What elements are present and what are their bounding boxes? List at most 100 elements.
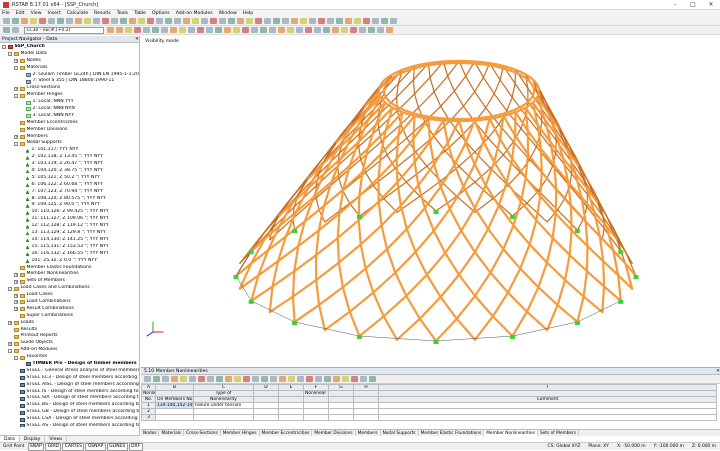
tree-item[interactable]: Results <box>0 327 139 334</box>
tree-item[interactable]: Member Divisions <box>0 127 139 134</box>
table-tool-icon[interactable] <box>252 376 259 382</box>
expand-toggle-icon[interactable]: - <box>8 349 12 353</box>
toolbar-button-icon[interactable] <box>156 18 163 24</box>
tree-item[interactable]: TIMBER Pro - Design of timber members <box>0 361 139 368</box>
tree-item[interactable]: 10: 110,126; Z 99.425 °; YYY NYY <box>0 209 139 216</box>
toolbar-button-icon[interactable] <box>354 18 361 24</box>
tree-item[interactable]: 6: 106,122; Z 60.68 °; YYY NYY <box>0 182 139 189</box>
nodal-support-icon[interactable] <box>618 300 623 304</box>
tree-item[interactable]: STEEL BS - Design of steel members accor… <box>0 402 139 409</box>
toolbar-button-icon[interactable] <box>183 18 190 24</box>
expand-toggle-icon[interactable] <box>20 225 24 229</box>
table-tool-icon[interactable] <box>198 376 205 382</box>
toolbar-button-icon[interactable] <box>174 18 181 24</box>
sheet-tab[interactable]: Nodal Supports <box>381 430 419 436</box>
table-tool-icon[interactable] <box>189 376 196 382</box>
toolbar-button-icon[interactable] <box>125 27 132 33</box>
table-tool-icon[interactable] <box>315 376 322 382</box>
toolbar-button-icon[interactable] <box>3 18 10 24</box>
expand-toggle-icon[interactable]: + <box>14 307 18 311</box>
menu-window[interactable]: Window <box>219 11 237 16</box>
table-cell[interactable] <box>194 415 254 421</box>
toolbar-button-icon[interactable] <box>381 18 388 24</box>
tree-item[interactable]: 3: 103,119; Z 26.47 °; YYY NYY <box>0 161 139 168</box>
toolbar-button-icon[interactable] <box>251 27 258 33</box>
toolbar-button-icon[interactable] <box>323 27 330 33</box>
expand-toggle-icon[interactable]: - <box>14 94 18 98</box>
expand-toggle-icon[interactable] <box>20 245 24 249</box>
expand-toggle-icon[interactable]: + <box>8 321 12 325</box>
toolbar-button-icon[interactable] <box>246 18 253 24</box>
table-tool-icon[interactable] <box>216 376 223 382</box>
toolbar-button-icon[interactable] <box>350 27 357 33</box>
expand-toggle-icon[interactable]: + <box>8 342 12 346</box>
tree-item[interactable]: +Sets of Members <box>0 278 139 285</box>
table-tool-icon[interactable] <box>144 376 151 382</box>
toolbar-button-icon[interactable] <box>372 18 379 24</box>
toolbar-button-icon[interactable] <box>359 27 366 33</box>
tree-item[interactable]: STEEL IS - Design of steel members accor… <box>0 389 139 396</box>
toolbar-button-icon[interactable] <box>30 18 37 24</box>
tree-item[interactable]: 8: 108,124; Z 80.575 °; YYY NYY <box>0 196 139 203</box>
sheet-tab[interactable]: Nodes <box>141 430 159 436</box>
toolbar-button-icon[interactable] <box>318 18 325 24</box>
sheet-tab[interactable]: Member Hinges <box>221 430 260 436</box>
expand-toggle-icon[interactable] <box>20 156 24 160</box>
nodal-support-icon[interactable] <box>575 229 580 233</box>
toolbar-button-icon[interactable] <box>390 18 397 24</box>
results-icon[interactable] <box>12 27 19 33</box>
tree-item[interactable]: -Member Hinges <box>0 92 139 99</box>
tree-item[interactable]: 1: 101,117; YYY NYY <box>0 147 139 154</box>
toolbar-button-icon[interactable] <box>66 18 73 24</box>
table-tool-icon[interactable] <box>324 376 331 382</box>
table-tool-icon[interactable] <box>369 376 376 382</box>
nodal-support-icon[interactable] <box>575 321 580 325</box>
maximize-button[interactable]: □ <box>684 0 702 10</box>
table-tool-icon[interactable] <box>153 376 160 382</box>
toolbar-button-icon[interactable] <box>48 18 55 24</box>
status-dxf-button[interactable]: DXF <box>129 443 143 451</box>
toolbar-button-icon[interactable] <box>305 27 312 33</box>
menu-add-on-modules[interactable]: Add-on Modules <box>176 11 213 16</box>
toolbar-button-icon[interactable] <box>147 18 154 24</box>
tree-item[interactable]: 9: 109,125; Z 90.0 °; YYY NYY <box>0 202 139 209</box>
nodal-support-icon[interactable] <box>434 210 439 214</box>
table-cell[interactable] <box>304 415 329 421</box>
table-cell[interactable] <box>156 415 194 421</box>
expand-toggle-icon[interactable] <box>14 376 18 380</box>
tree-item[interactable]: STEEL - General stress analysis of steel… <box>0 368 139 375</box>
tree-item[interactable]: 7: 107,123; Z 70.94 °; YYY NYY <box>0 189 139 196</box>
expand-toggle-icon[interactable]: - <box>8 287 12 291</box>
status-cartes-button[interactable]: CARTES <box>62 443 84 451</box>
toolbar-button-icon[interactable] <box>210 18 217 24</box>
expand-toggle-icon[interactable]: + <box>14 280 18 284</box>
expand-toggle-icon[interactable] <box>20 149 24 153</box>
toolbar-button-icon[interactable] <box>188 27 195 33</box>
table-tool-icon[interactable] <box>360 376 367 382</box>
tree-item[interactable]: STEEL AISC - Design of steel members acc… <box>0 382 139 389</box>
toolbar-button-icon[interactable] <box>368 27 375 33</box>
tree-item[interactable]: +Members <box>0 134 139 141</box>
tree-item[interactable]: +Load Combinations <box>0 299 139 306</box>
toolbar-button-icon[interactable] <box>219 18 226 24</box>
expand-toggle-icon[interactable] <box>20 169 24 173</box>
table-tool-icon[interactable] <box>297 376 304 382</box>
toolbar-button-icon[interactable] <box>300 18 307 24</box>
tree-item[interactable]: 4: 104,120; Z 38.75 °; YYY NYY <box>0 168 139 175</box>
expand-toggle-icon[interactable] <box>20 204 24 208</box>
toolbar-button-icon[interactable] <box>165 18 172 24</box>
menu-results[interactable]: Results <box>94 11 111 16</box>
tree-item[interactable]: +Load Cases <box>0 292 139 299</box>
menu-calculate[interactable]: Calculate <box>67 11 88 16</box>
toolbar-button-icon[interactable] <box>57 18 64 24</box>
calculate-icon[interactable] <box>3 27 10 33</box>
expand-toggle-icon[interactable]: - <box>2 45 6 49</box>
tree-item[interactable]: 11: 111,127; Z 109.06 °; YYY NYY <box>0 216 139 223</box>
expand-toggle-icon[interactable] <box>20 107 24 111</box>
tree-item[interactable]: +Member Nonlinearities <box>0 271 139 278</box>
nodal-support-icon[interactable] <box>434 340 439 344</box>
toolbar-button-icon[interactable] <box>345 18 352 24</box>
toolbar-button-icon[interactable] <box>75 18 82 24</box>
toolbar-button-icon[interactable] <box>111 18 118 24</box>
toolbar-button-icon[interactable] <box>201 18 208 24</box>
